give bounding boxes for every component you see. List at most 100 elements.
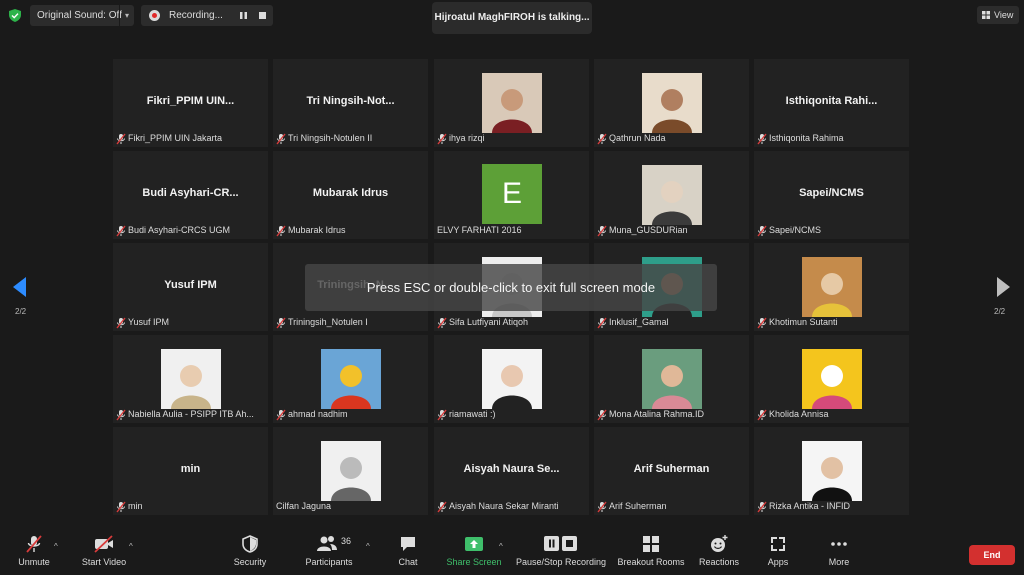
participant-name-label: Mona Atalina Rahma.ID bbox=[597, 408, 704, 421]
participant-tile[interactable]: Fikri_PPIM UIN... Fikri_PPIM UIN Jakarta bbox=[113, 59, 268, 147]
muted-mic-icon bbox=[437, 133, 447, 145]
muted-mic-icon bbox=[597, 501, 607, 513]
participant-tile[interactable]: Sapei/NCMS Sapei/NCMS bbox=[754, 151, 909, 239]
participant-video bbox=[321, 441, 381, 501]
original-sound-button[interactable]: Original Sound: Off ▾ bbox=[30, 5, 134, 26]
participant-tile[interactable]: Isthiqonita Rahi... Isthiqonita Rahima bbox=[754, 59, 909, 147]
participant-name-label: Inklusif_Gamal bbox=[597, 316, 669, 329]
participant-tile[interactable]: Tri Ningsih-Not... Tri Ningsih-Notulen II bbox=[273, 59, 428, 147]
participant-tile[interactable]: Mona Atalina Rahma.ID bbox=[594, 335, 749, 423]
participant-tile[interactable]: Aisyah Naura Se... Aisyah Naura Sekar Mir… bbox=[434, 427, 589, 515]
participant-name-label: Triningsih_Notulen I bbox=[276, 316, 368, 329]
participant-name: ihya rizqi bbox=[449, 133, 485, 143]
participant-video bbox=[321, 349, 381, 409]
participant-tile[interactable]: Nabiella Aulia - PSIPP ITB Ah... bbox=[113, 335, 268, 423]
participant-video bbox=[642, 165, 702, 225]
participant-tile[interactable]: Mubarak Idrus Mubarak Idrus bbox=[273, 151, 428, 239]
participants-options-chevron-icon[interactable]: ^ bbox=[366, 542, 370, 551]
muted-mic-icon bbox=[276, 409, 286, 421]
participant-tile[interactable]: riamawati :) bbox=[434, 335, 589, 423]
participant-tile[interactable]: Kholida Annisa bbox=[754, 335, 909, 423]
participant-name-label: Qathrun Nada bbox=[597, 132, 666, 145]
participant-name: Arif Suherman bbox=[609, 501, 667, 511]
audio-options-chevron-icon[interactable]: ^ bbox=[54, 542, 58, 551]
participant-name-label: Sifa Lutfiyani Atiqoh bbox=[437, 316, 528, 329]
security-button[interactable]: Security bbox=[230, 534, 270, 567]
participant-name: riamawati :) bbox=[449, 409, 496, 419]
participants-icon bbox=[317, 536, 337, 551]
participant-avatar: E bbox=[482, 164, 542, 224]
participant-tile[interactable]: min min bbox=[113, 427, 268, 515]
chat-button[interactable]: Chat bbox=[392, 534, 424, 567]
participant-name-label: min bbox=[116, 500, 143, 513]
next-page-arrow-icon[interactable] bbox=[996, 277, 1010, 297]
participant-name: ahmad nadhim bbox=[288, 409, 348, 419]
participant-tile[interactable]: Muna_GUSDURian bbox=[594, 151, 749, 239]
muted-mic-icon bbox=[437, 409, 447, 421]
muted-mic-icon bbox=[116, 133, 126, 145]
unmute-button[interactable]: Unmute bbox=[14, 534, 54, 567]
participant-name-label: ahmad nadhim bbox=[276, 408, 348, 421]
reactions-button[interactable]: Reactions bbox=[698, 534, 740, 567]
participant-name: Isthiqonita Rahima bbox=[769, 133, 844, 143]
participant-name: Mona Atalina Rahma.ID bbox=[609, 409, 705, 419]
apps-icon bbox=[771, 537, 785, 551]
participant-tile[interactable]: Rizka Antika - INFID bbox=[754, 427, 909, 515]
muted-mic-icon bbox=[597, 317, 607, 329]
participant-tile[interactable]: Cilfan Jaguna bbox=[273, 427, 428, 515]
share-screen-button[interactable]: Share Screen bbox=[444, 534, 504, 567]
participant-name-label: Aisyah Naura Sekar Miranti bbox=[437, 500, 559, 513]
participant-tile[interactable]: Qathrun Nada bbox=[594, 59, 749, 147]
participant-name: min bbox=[128, 501, 143, 511]
participant-tile[interactable]: Yusuf IPM Yusuf IPM bbox=[113, 243, 268, 331]
participant-name-label: riamawati :) bbox=[437, 408, 496, 421]
participant-display-name: Fikri_PPIM UIN... bbox=[146, 95, 235, 107]
share-options-chevron-icon[interactable]: ^ bbox=[499, 542, 503, 551]
participant-tile[interactable]: ihya rizqi bbox=[434, 59, 589, 147]
shield-check-icon[interactable] bbox=[9, 9, 21, 22]
muted-mic-icon bbox=[276, 317, 286, 329]
recording-control-label: Pause/Stop Recording bbox=[515, 557, 607, 567]
security-label: Security bbox=[233, 557, 267, 567]
view-button[interactable]: View bbox=[977, 6, 1019, 24]
muted-mic-icon bbox=[116, 409, 126, 421]
participant-display-name: Mubarak Idrus bbox=[312, 187, 389, 199]
more-button[interactable]: More bbox=[822, 534, 856, 567]
unmute-label: Unmute bbox=[18, 557, 50, 567]
participant-name-label: Fikri_PPIM UIN Jakarta bbox=[116, 132, 222, 145]
participant-name: Sifa Lutfiyani Atiqoh bbox=[449, 317, 529, 327]
muted-mic-icon bbox=[597, 225, 607, 237]
more-dots-icon bbox=[831, 542, 847, 546]
participant-tile[interactable]: ahmad nadhim bbox=[273, 335, 428, 423]
participant-tile[interactable]: Arif Suherman Arif Suherman bbox=[594, 427, 749, 515]
muted-mic-icon bbox=[597, 409, 607, 421]
pause-icon[interactable] bbox=[239, 11, 248, 20]
participant-video bbox=[802, 349, 862, 409]
participant-name-label: Arif Suherman bbox=[597, 500, 667, 513]
apps-button[interactable]: Apps bbox=[763, 534, 793, 567]
participant-name: Kholida Annisa bbox=[769, 409, 829, 419]
participant-display-name: Tri Ningsih-Not... bbox=[306, 95, 395, 107]
stop-icon[interactable] bbox=[258, 11, 267, 20]
previous-page-arrow-icon[interactable] bbox=[13, 277, 27, 297]
participant-name-label: ELVY FARHATI 2016 bbox=[437, 224, 522, 237]
chevron-down-icon[interactable]: ▾ bbox=[119, 5, 134, 26]
muted-mic-icon bbox=[276, 133, 286, 145]
participants-label: Participants bbox=[305, 557, 353, 567]
end-meeting-button[interactable]: End bbox=[969, 545, 1015, 565]
more-label: More bbox=[828, 557, 850, 567]
participant-tile[interactable]: Khotimun Sutanti bbox=[754, 243, 909, 331]
start-video-button[interactable]: Start Video bbox=[80, 534, 128, 567]
participant-name: Nabiella Aulia - PSIPP ITB Ah... bbox=[128, 409, 254, 419]
participant-name: Aisyah Naura Sekar Miranti bbox=[449, 501, 559, 511]
participant-video bbox=[802, 441, 862, 501]
participant-name: Muna_GUSDURian bbox=[609, 225, 688, 235]
participant-tile[interactable]: Budi Asyhari-CR... Budi Asyhari-CRCS UGM bbox=[113, 151, 268, 239]
participant-tile[interactable]: E ELVY FARHATI 2016 bbox=[434, 151, 589, 239]
video-options-chevron-icon[interactable]: ^ bbox=[129, 542, 133, 551]
participants-button[interactable]: 36 Participants bbox=[303, 534, 355, 567]
breakout-rooms-button[interactable]: Breakout Rooms bbox=[616, 534, 686, 567]
muted-mic-icon bbox=[757, 225, 767, 237]
recording-indicator: Recording... bbox=[141, 5, 273, 26]
pause-stop-recording-button[interactable]: Pause/Stop Recording bbox=[515, 534, 607, 567]
